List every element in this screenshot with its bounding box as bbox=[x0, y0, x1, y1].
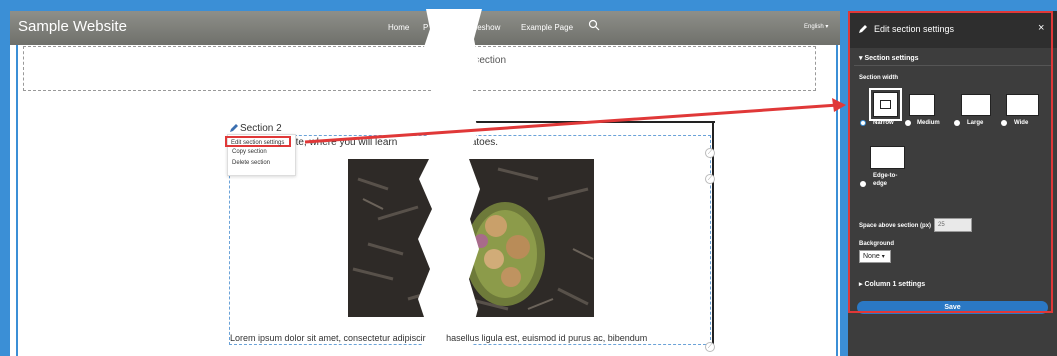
annotation-arrow bbox=[304, 98, 846, 144]
